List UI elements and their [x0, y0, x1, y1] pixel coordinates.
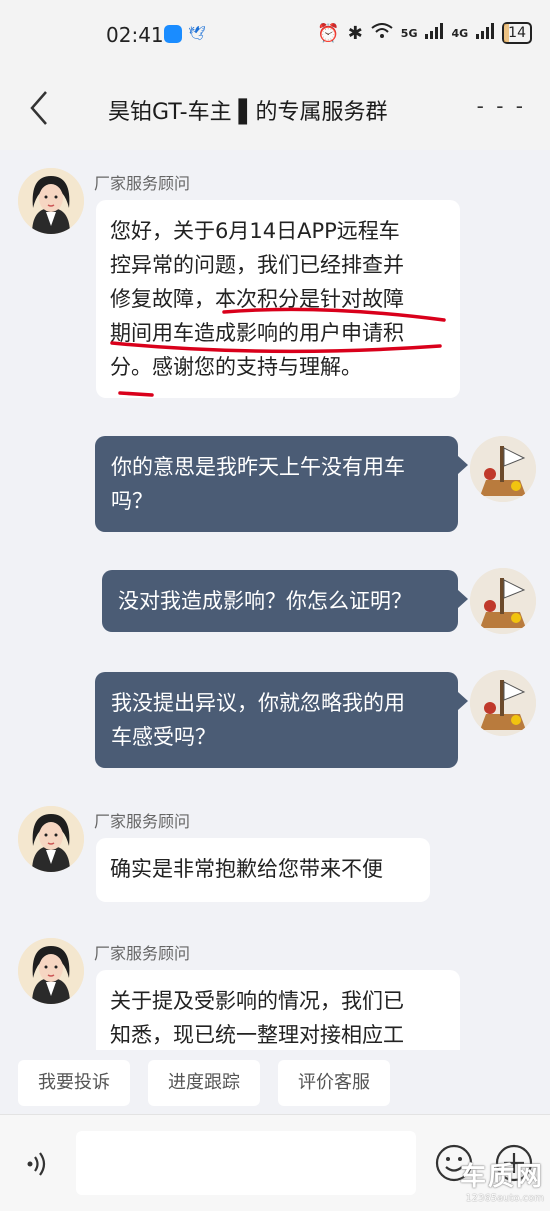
bluetooth-icon: ✱ — [347, 22, 363, 44]
signal-icon-1 — [425, 23, 444, 43]
bubble-tail — [458, 456, 468, 474]
chat-header: 昊铂GT-车主 ▌的专属服务群 - - - — [0, 70, 550, 150]
signal-icon-2 — [476, 23, 495, 43]
message-line: 没对我造成影响？你怎么证明？ — [118, 589, 412, 613]
bird-notification-icon: 🕊 — [188, 26, 206, 42]
quick-actions-bar: 我要投诉 进度跟踪 评价客服 — [0, 1050, 550, 1114]
network-5g: 5G — [400, 26, 418, 40]
message-list[interactable]: 厂家服务顾问 您好，关于6月14日APP远程车 控异常的问题，我们已经排查并 修… — [0, 150, 550, 1050]
message-bubble-user[interactable]: 我没提出异议，你就忽略我的用 车感受吗？ — [95, 672, 458, 768]
message-line: 吗？ — [111, 489, 153, 513]
rate-service-button[interactable]: 评价客服 — [278, 1060, 390, 1106]
status-icons: ⏰ ✱ 5G 4G 14 — [317, 22, 532, 44]
message-line: 车感受吗？ — [111, 725, 216, 749]
sender-name: 厂家服务顾问 — [94, 944, 191, 963]
network-4g: 4G — [451, 26, 469, 40]
battery-level: 14 — [508, 25, 526, 41]
message-line: 我没提出异议，你就忽略我的用 — [111, 691, 405, 715]
red-underline-annotation — [110, 307, 446, 397]
agent-avatar[interactable] — [18, 938, 84, 1004]
message-bubble-user[interactable]: 你的意思是我昨天上午没有用车 吗？ — [95, 436, 458, 532]
message-bubble-agent[interactable]: 确实是非常抱歉给您带来不便 — [96, 838, 430, 902]
agent-avatar[interactable] — [18, 806, 84, 872]
sender-name: 厂家服务顾问 — [94, 812, 191, 831]
voice-icon[interactable] — [22, 1149, 52, 1179]
user-avatar[interactable] — [470, 670, 536, 736]
message-line: 你的意思是我昨天上午没有用车 — [111, 455, 405, 479]
progress-tracking-button[interactable]: 进度跟踪 — [148, 1060, 260, 1106]
status-time: 02:41 — [106, 23, 164, 47]
user-avatar[interactable] — [470, 436, 536, 502]
chat-title: 昊铂GT-车主 ▌的专属服务群 — [108, 100, 388, 125]
sender-name: 厂家服务顾问 — [94, 174, 191, 193]
message-line: 确实是非常抱歉给您带来不便 — [110, 857, 383, 881]
user-avatar[interactable] — [470, 568, 536, 634]
message-line: 您好，关于6月14日APP远程车 — [110, 219, 400, 243]
watermark-brand: 车质网 — [459, 1162, 544, 1192]
bubble-tail — [458, 692, 468, 710]
watermark: 车质网 12365auto.com — [460, 1156, 544, 1204]
back-arrow-icon[interactable] — [26, 88, 52, 128]
message-bubble-user[interactable]: 没对我造成影响？你怎么证明？ — [102, 570, 458, 632]
message-line: 知悉，现已统一整理对接相应工 — [110, 1023, 404, 1047]
agent-avatar[interactable] — [18, 168, 84, 234]
message-input[interactable] — [76, 1131, 416, 1195]
more-options-icon[interactable]: - - - — [477, 94, 526, 118]
complaint-button[interactable]: 我要投诉 — [18, 1060, 130, 1106]
message-bubble-agent[interactable]: 关于提及受影响的情况，我们已 知悉，现已统一整理对接相应工 — [96, 970, 460, 1050]
alarm-icon: ⏰ — [317, 22, 340, 44]
bubble-tail — [458, 590, 468, 608]
wifi-icon — [371, 22, 393, 44]
app-notification-icon — [164, 25, 182, 43]
status-bar: 02:41 🕊 ⏰ ✱ 5G 4G 14 — [0, 0, 550, 70]
battery-indicator: 14 — [502, 22, 532, 44]
watermark-url: 12365auto.com — [465, 1193, 544, 1204]
message-line: 关于提及受影响的情况，我们已 — [110, 989, 404, 1013]
message-line: 控异常的问题，我们已经排查并 — [110, 253, 404, 277]
